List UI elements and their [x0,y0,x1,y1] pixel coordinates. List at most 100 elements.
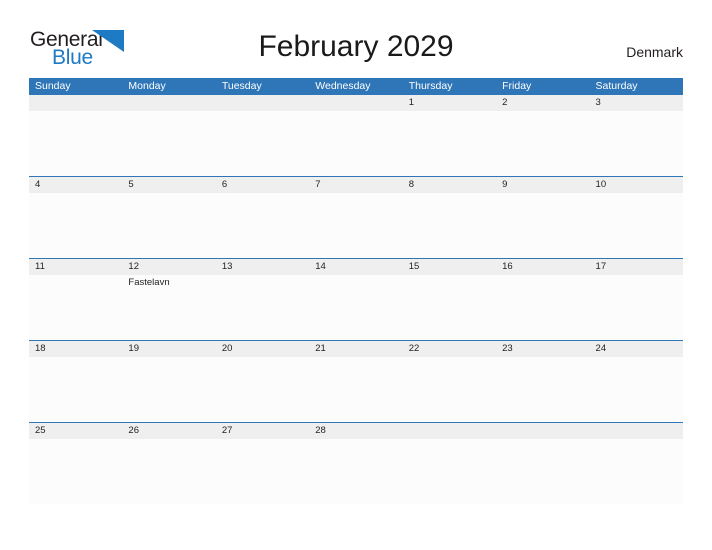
day-cell[interactable]: 9 [496,177,589,258]
day-cell[interactable]: 16 [496,259,589,340]
day-cell[interactable]: 22 [403,341,496,422]
day-cell[interactable]: 6 [216,177,309,258]
day-cell[interactable]: 21 [309,341,402,422]
week-row: 25 26 27 28 [29,422,683,504]
week-days: 4 5 6 7 8 9 10 [29,177,683,258]
day-cell[interactable]: 17 [590,259,683,340]
day-cell[interactable]: 2 [496,95,589,176]
day-number: 5 [128,179,134,190]
day-cell[interactable]: 4 [29,177,122,258]
day-number [409,423,496,439]
day-cell[interactable]: 8 [403,177,496,258]
week-row: 11 12 Fastelavn 13 14 15 16 17 [29,258,683,340]
day-events [222,275,309,276]
day-cell[interactable] [403,423,496,504]
day-number: 21 [315,343,326,354]
day-number [35,95,122,111]
day-events [502,193,589,194]
day-number: 11 [35,261,45,272]
day-cell[interactable] [496,423,589,504]
day-number: 10 [595,179,607,190]
day-events: Fastelavn [128,275,215,289]
day-cell[interactable]: 5 [122,177,215,258]
day-events [35,439,122,440]
day-cell[interactable]: 14 [309,259,402,340]
day-events [409,439,496,440]
day-cell[interactable] [309,95,402,176]
day-events [222,357,309,358]
page-title: February 2029 [258,30,454,63]
page-header: General Blue February 2029 Denmark [0,0,712,76]
day-events [596,111,683,112]
day-number: 4 [35,179,41,190]
day-cell[interactable] [216,95,309,176]
day-cell[interactable]: 18 [29,341,122,422]
day-number: 3 [595,97,601,108]
day-cell[interactable]: 1 [403,95,496,176]
day-number: 20 [221,343,233,354]
day-cell[interactable]: 26 [122,423,215,504]
day-events [222,439,309,440]
day-cell[interactable]: 7 [309,177,402,258]
day-events [35,275,122,276]
day-number: 1 [408,97,414,108]
week-days: 1 2 3 [29,95,683,176]
day-events [409,193,496,194]
week-row: 18 19 20 21 22 23 24 [29,340,683,422]
day-events [502,357,589,358]
day-cell[interactable]: 11 [29,259,122,340]
day-cell[interactable]: 10 [590,177,683,258]
day-cell[interactable]: 12 Fastelavn [122,259,215,340]
day-events [596,439,683,440]
day-events [35,193,122,194]
day-number: 22 [408,343,420,354]
day-number: 24 [595,343,607,354]
weekday-friday: Friday [502,80,532,92]
day-events [409,357,496,358]
day-number [128,95,215,111]
day-number: 27 [221,425,233,436]
day-events [128,193,215,194]
day-number [502,423,589,439]
weekday-header-row: Sunday Monday Tuesday Wednesday Thursday… [29,78,683,95]
day-cell[interactable]: 13 [216,259,309,340]
day-events [315,439,402,440]
day-number [222,95,309,111]
day-number: 2 [502,97,508,108]
day-events [128,357,215,358]
day-events [35,111,122,112]
day-number: 19 [128,343,139,354]
day-number [315,95,402,111]
day-number: 14 [315,261,326,272]
calendar-grid: Sunday Monday Tuesday Wednesday Thursday… [29,78,683,504]
day-cell[interactable]: 23 [496,341,589,422]
day-number: 13 [221,261,233,272]
week-days: 11 12 Fastelavn 13 14 15 16 17 [29,259,683,340]
day-cell[interactable]: 19 [122,341,215,422]
day-events [222,111,309,112]
weekday-wednesday: Wednesday [315,80,371,92]
day-cell[interactable]: 3 [590,95,683,176]
day-cell[interactable]: 20 [216,341,309,422]
day-cell[interactable] [122,95,215,176]
day-events [35,357,122,358]
day-number: 28 [315,425,326,436]
day-events [222,193,309,194]
day-cell[interactable]: 25 [29,423,122,504]
weekday-sunday: Sunday [35,80,71,92]
day-number: 15 [408,261,420,272]
day-cell[interactable] [29,95,122,176]
day-events [502,275,589,276]
event-label[interactable]: Fastelavn [128,276,215,289]
day-cell[interactable]: 28 [309,423,402,504]
day-cell[interactable]: 15 [403,259,496,340]
week-row: 4 5 6 7 8 9 10 [29,176,683,258]
day-events [502,111,589,112]
day-events [596,357,683,358]
day-number: 7 [315,179,321,190]
day-number: 8 [408,179,414,190]
day-cell[interactable] [590,423,683,504]
day-cell[interactable]: 27 [216,423,309,504]
weekday-thursday: Thursday [408,80,453,92]
day-cell[interactable]: 24 [590,341,683,422]
